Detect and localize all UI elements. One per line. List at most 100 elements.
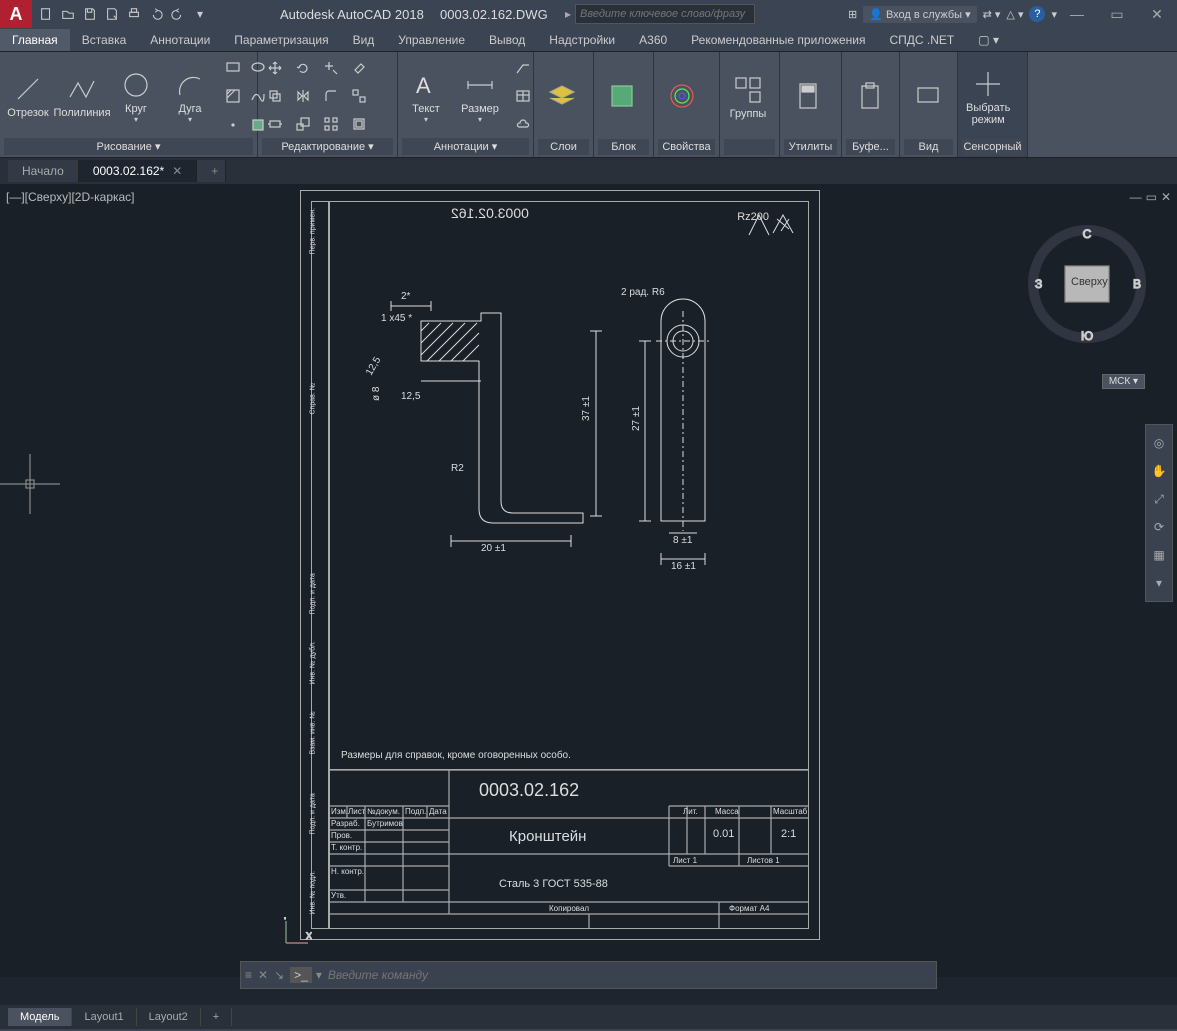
text-button[interactable]: AТекст▾ xyxy=(402,67,450,126)
filetab-add-button[interactable]: + xyxy=(197,160,226,182)
signin-button[interactable]: 👤 Вход в службы ▾ xyxy=(863,6,976,23)
tab-home[interactable]: Главная xyxy=(0,29,70,51)
cmdline-handle-icon[interactable]: ≡ xyxy=(245,968,252,982)
properties-button[interactable] xyxy=(658,78,706,116)
qat-new-icon[interactable] xyxy=(36,4,56,24)
nav-zoom-icon[interactable]: ⤢ xyxy=(1146,485,1172,513)
stretch-icon[interactable] xyxy=(262,111,288,137)
viewport-label[interactable]: [—][Сверху][2D-каркас] xyxy=(6,190,135,204)
rotate-icon[interactable] xyxy=(290,55,316,81)
layouttab-layout1[interactable]: Layout1 xyxy=(72,1008,136,1026)
view-button[interactable] xyxy=(904,78,952,116)
utilities-button[interactable] xyxy=(784,78,832,116)
clipboard-button[interactable] xyxy=(846,78,894,116)
erase-icon[interactable] xyxy=(346,55,372,81)
hatch-icon[interactable] xyxy=(220,83,246,109)
layouttab-layout2[interactable]: Layout2 xyxy=(137,1008,201,1026)
mirror-icon[interactable] xyxy=(290,83,316,109)
cmdline-recent-icon[interactable]: ↘ xyxy=(274,968,284,982)
cloud-icon[interactable] xyxy=(510,112,536,138)
qat-save-icon[interactable] xyxy=(80,4,100,24)
vp-min-icon[interactable]: — xyxy=(1130,190,1142,204)
circle-button[interactable]: Круг▾ xyxy=(112,67,160,126)
panel-annot-title[interactable]: Аннотации ▾ xyxy=(402,138,529,155)
viewcube[interactable]: С Ю З В Сверху xyxy=(1027,224,1147,344)
search-arrow-icon: ▸ xyxy=(565,7,571,21)
filetab-start[interactable]: Начало xyxy=(8,160,79,182)
command-input[interactable] xyxy=(326,967,932,983)
nav-fullnav-icon[interactable]: ◎ xyxy=(1146,429,1172,457)
tb-h-ndoc: №докум. xyxy=(367,807,400,816)
tab-a360[interactable]: A360 xyxy=(627,29,679,51)
tab-insert[interactable]: Вставка xyxy=(70,29,139,51)
qat-redo-icon[interactable] xyxy=(168,4,188,24)
groups-button[interactable]: Группы xyxy=(724,72,772,122)
nav-expand-icon[interactable]: ▾ xyxy=(1146,569,1172,597)
svg-text:2 рад. R6: 2 рад. R6 xyxy=(621,287,665,298)
array-icon[interactable] xyxy=(318,111,344,137)
tb-sheet: Лист 1 xyxy=(673,856,697,865)
app-logo[interactable]: A xyxy=(0,0,32,28)
wcs-badge[interactable]: МСК ▾ xyxy=(1102,374,1145,389)
nav-pan-icon[interactable]: ✋ xyxy=(1146,457,1172,485)
tab-featured[interactable]: Рекомендованные приложения xyxy=(679,29,877,51)
filetab-close-icon[interactable]: ✕ xyxy=(172,164,182,178)
block-button[interactable] xyxy=(598,78,646,116)
help-icon[interactable]: ? xyxy=(1029,6,1045,22)
arc-button[interactable]: Дуга▾ xyxy=(166,67,214,126)
vp-max-icon[interactable]: ▭ xyxy=(1146,190,1157,204)
svg-text:8 ±1: 8 ±1 xyxy=(673,535,693,546)
explode-icon[interactable] xyxy=(346,83,372,109)
move-icon[interactable] xyxy=(262,55,288,81)
qat-open-icon[interactable] xyxy=(58,4,78,24)
tb-prov: Пров. xyxy=(331,831,352,840)
layers-button[interactable] xyxy=(538,78,586,116)
qat-saveas-icon[interactable] xyxy=(102,4,122,24)
leader-icon[interactable] xyxy=(510,54,536,80)
vp-close-icon[interactable]: ✕ xyxy=(1161,190,1171,204)
cmdline-close-icon[interactable]: ✕ xyxy=(258,968,268,982)
fillet-icon[interactable] xyxy=(318,83,344,109)
tab-spds[interactable]: СПДС .NET xyxy=(878,29,967,51)
maximize-button[interactable]: ▭ xyxy=(1097,0,1137,28)
table-icon[interactable] xyxy=(510,83,536,109)
tab-addins[interactable]: Надстройки xyxy=(537,29,627,51)
dimension-button[interactable]: Размер▾ xyxy=(456,67,504,126)
svg-text:ø 8: ø 8 xyxy=(371,386,382,401)
rect-icon[interactable] xyxy=(220,54,246,80)
nav-showmo-icon[interactable]: ▦ xyxy=(1146,541,1172,569)
viewcube-face-label[interactable]: Сверху xyxy=(1071,276,1108,288)
layouttab-model[interactable]: Модель xyxy=(8,1008,72,1026)
polyline-button[interactable]: Полилиния xyxy=(58,71,106,121)
tab-extra-icon[interactable]: ▢ ▾ xyxy=(966,29,1011,51)
nav-orbit-icon[interactable]: ⟳ xyxy=(1146,513,1172,541)
exchange-icon[interactable]: ⇄ ▾ xyxy=(983,8,1001,21)
qat-dropdown-icon[interactable]: ▾ xyxy=(190,4,210,24)
a360-icon[interactable]: △ ▾ xyxy=(1006,8,1023,21)
filetab-drawing[interactable]: 0003.02.162*✕ xyxy=(79,160,197,182)
touch-select-button[interactable]: Выбрать режим xyxy=(962,66,1014,128)
qat-undo-icon[interactable] xyxy=(146,4,166,24)
panel-edit-title[interactable]: Редактирование ▾ xyxy=(262,138,393,155)
tab-output[interactable]: Вывод xyxy=(477,29,537,51)
tab-view[interactable]: Вид xyxy=(341,29,387,51)
layouttab-add[interactable]: + xyxy=(201,1008,232,1026)
infocenter-icon[interactable]: ⊞ xyxy=(848,8,857,21)
minimize-button[interactable]: — xyxy=(1057,0,1097,28)
command-line[interactable]: ≡ ✕ ↘ >_ ▾ xyxy=(240,961,937,989)
trim-icon[interactable] xyxy=(318,55,344,81)
svg-text:20 ±1: 20 ±1 xyxy=(481,543,506,554)
drawing-canvas[interactable]: [—][Сверху][2D-каркас] — ▭ ✕ С Ю З В Све… xyxy=(0,184,1177,977)
copy-icon[interactable] xyxy=(262,83,288,109)
tab-parametric[interactable]: Параметризация xyxy=(222,29,340,51)
panel-draw-title[interactable]: Рисование ▾ xyxy=(4,138,253,155)
point-icon[interactable] xyxy=(220,112,246,138)
offset-icon[interactable] xyxy=(346,111,372,137)
tab-manage[interactable]: Управление xyxy=(386,29,477,51)
qat-print-icon[interactable] xyxy=(124,4,144,24)
scale-icon[interactable] xyxy=(290,111,316,137)
tab-annotate[interactable]: Аннотации xyxy=(138,29,222,51)
close-button[interactable]: ✕ xyxy=(1137,0,1177,28)
search-input[interactable] xyxy=(575,4,755,24)
line-button[interactable]: Отрезок xyxy=(4,71,52,121)
